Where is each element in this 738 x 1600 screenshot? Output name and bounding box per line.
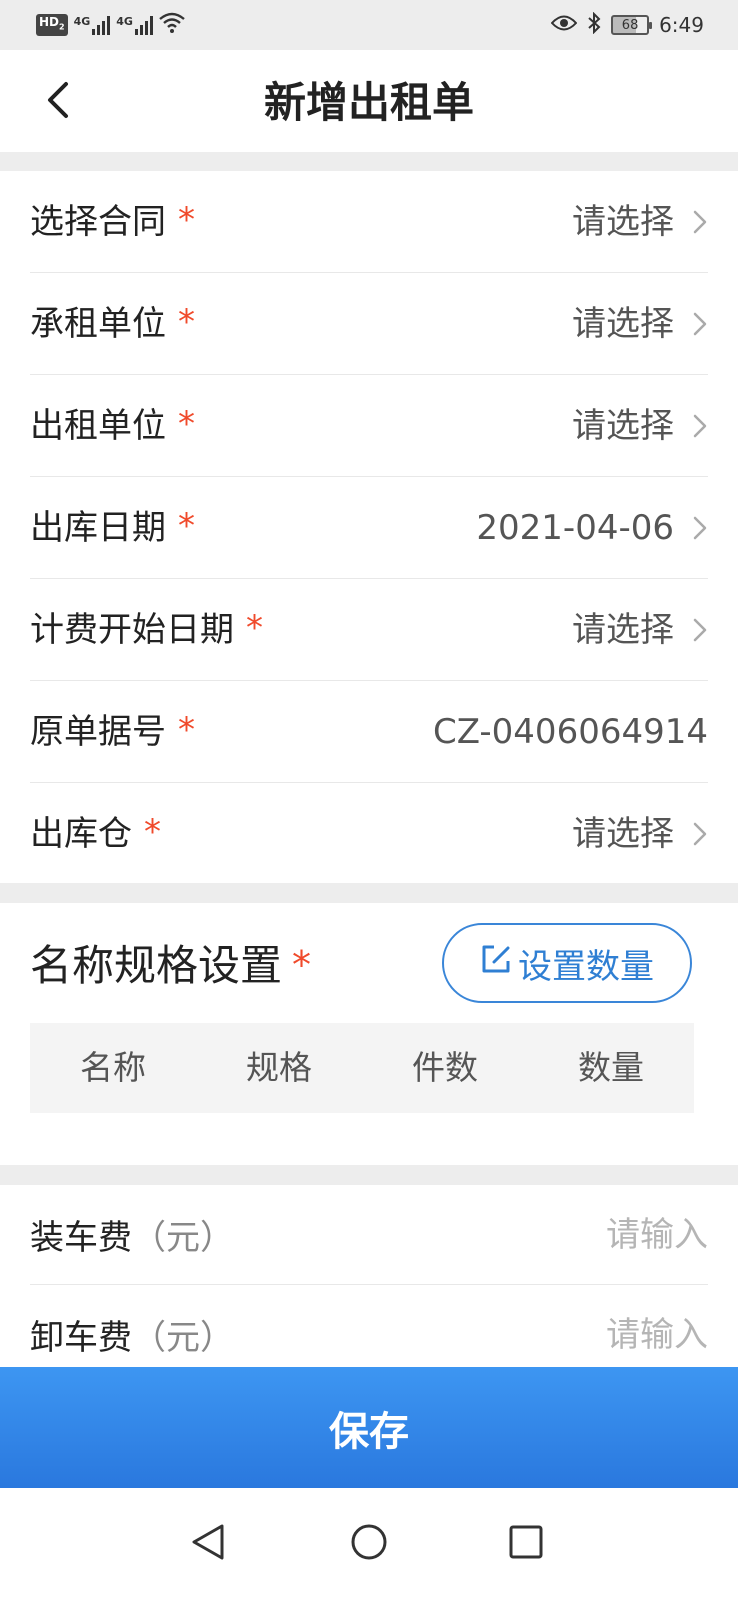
outbound-warehouse-row[interactable]: 出库仓 * 请选择 — [30, 783, 708, 885]
hd-badge: HD2 — [36, 14, 68, 36]
row-label: 计费开始日期 — [30, 609, 234, 650]
spec-table-header: 名称 规格 件数 数量 — [30, 1023, 694, 1113]
page-title: 新增出租单 — [263, 78, 474, 127]
system-nav-bar — [0, 1488, 738, 1600]
network-type-label: 4G — [116, 15, 133, 28]
row-value: 请选择 — [572, 814, 674, 854]
fee-unit: （元） — [132, 1218, 234, 1258]
chevron-right-icon — [692, 309, 708, 339]
chevron-right-icon — [692, 819, 708, 849]
signal-icon — [134, 15, 153, 35]
fee-unit: （元） — [132, 1318, 234, 1358]
row-label: 选择合同 — [30, 201, 166, 242]
set-quantity-button[interactable]: 设置数量 — [442, 923, 692, 1003]
status-bar: HD2 4G 4G 68 6:49 — [0, 0, 738, 50]
row-label: 原单据号 — [30, 711, 166, 752]
spec-title: 名称规格设置 * — [30, 941, 311, 991]
chevron-right-icon — [692, 207, 708, 237]
row-value: 2021-04-06 — [476, 507, 674, 548]
row-label: 出库仓 — [30, 814, 132, 854]
set-quantity-label: 设置数量 — [518, 946, 654, 987]
column-header-quantity: 数量 — [578, 1048, 644, 1087]
order-form: 选择合同 * 请选择 承租单位 * 请选择 出租单位 * 请选择 出库日期 * … — [0, 171, 738, 883]
required-mark: * — [178, 199, 195, 240]
select-contract-row[interactable]: 选择合同 * 请选择 — [30, 171, 708, 273]
signal-1: 4G — [74, 15, 111, 35]
triangle-back-icon — [190, 1522, 226, 1566]
fee-label: 卸车费 — [30, 1318, 132, 1358]
loading-fee-row: 装车费 （元） — [30, 1185, 708, 1285]
circle-home-icon — [349, 1522, 389, 1566]
edit-icon — [480, 943, 512, 984]
status-left: HD2 4G 4G — [36, 10, 185, 40]
row-value: 请选择 — [572, 303, 674, 344]
row-value: 请选择 — [572, 405, 674, 446]
lessor-row[interactable]: 出租单位 * 请选择 — [30, 375, 708, 477]
column-header-spec: 规格 — [246, 1048, 312, 1087]
billing-start-date-row[interactable]: 计费开始日期 * 请选择 — [30, 579, 708, 681]
save-button[interactable]: 保存 — [0, 1367, 738, 1488]
chevron-right-icon — [692, 615, 708, 645]
spec-title-text: 名称规格设置 — [30, 941, 283, 990]
lessee-row[interactable]: 承租单位 * 请选择 — [30, 273, 708, 375]
loading-fee-input[interactable] — [488, 1214, 708, 1255]
doc-number-value: CZ-0406064914 — [432, 711, 708, 752]
chevron-right-icon — [692, 513, 708, 543]
required-mark: * — [178, 301, 195, 342]
network-type-label: 4G — [73, 15, 91, 28]
signal-2: 4G — [116, 15, 153, 35]
battery-level: 68 — [621, 17, 639, 33]
clock: 6:49 — [659, 13, 704, 37]
chevron-right-icon — [692, 411, 708, 441]
required-mark: * — [292, 943, 312, 987]
required-mark: * — [144, 812, 161, 852]
outbound-date-row[interactable]: 出库日期 * 2021-04-06 — [30, 477, 708, 579]
row-label: 出租单位 — [30, 405, 166, 446]
fee-label: 装车费 — [30, 1218, 132, 1258]
column-header-name: 名称 — [80, 1048, 146, 1087]
required-mark: * — [178, 403, 195, 444]
bluetooth-icon — [587, 11, 601, 38]
status-right: 68 6:49 — [550, 10, 704, 40]
row-value: 请选择 — [572, 609, 674, 650]
column-header-pieces: 件数 — [412, 1048, 478, 1087]
square-recents-icon — [508, 1524, 544, 1564]
required-mark: * — [246, 607, 263, 648]
row-label: 承租单位 — [30, 303, 166, 344]
unloading-fee-input[interactable] — [488, 1314, 708, 1355]
spec-section: 名称规格设置 * 设置数量 名称 规格 件数 数量 — [0, 903, 738, 1165]
required-mark: * — [178, 505, 195, 546]
nav-back-button[interactable] — [170, 1506, 246, 1582]
row-value: 请选择 — [572, 201, 674, 242]
battery-icon: 68 — [611, 15, 653, 35]
nav-home-button[interactable] — [331, 1506, 407, 1582]
original-doc-number-row: 原单据号 * CZ-0406064914 — [30, 681, 708, 783]
wifi-icon — [159, 12, 185, 38]
signal-icon — [92, 15, 111, 35]
fees-section: 装车费（元） 卸车费（元） — [0, 1185, 738, 1385]
nav-recents-button[interactable] — [488, 1506, 564, 1582]
eye-icon — [550, 14, 578, 36]
required-mark: * — [178, 709, 195, 750]
app-header: 新增出租单 — [0, 50, 738, 152]
row-label: 出库日期 — [30, 507, 166, 548]
